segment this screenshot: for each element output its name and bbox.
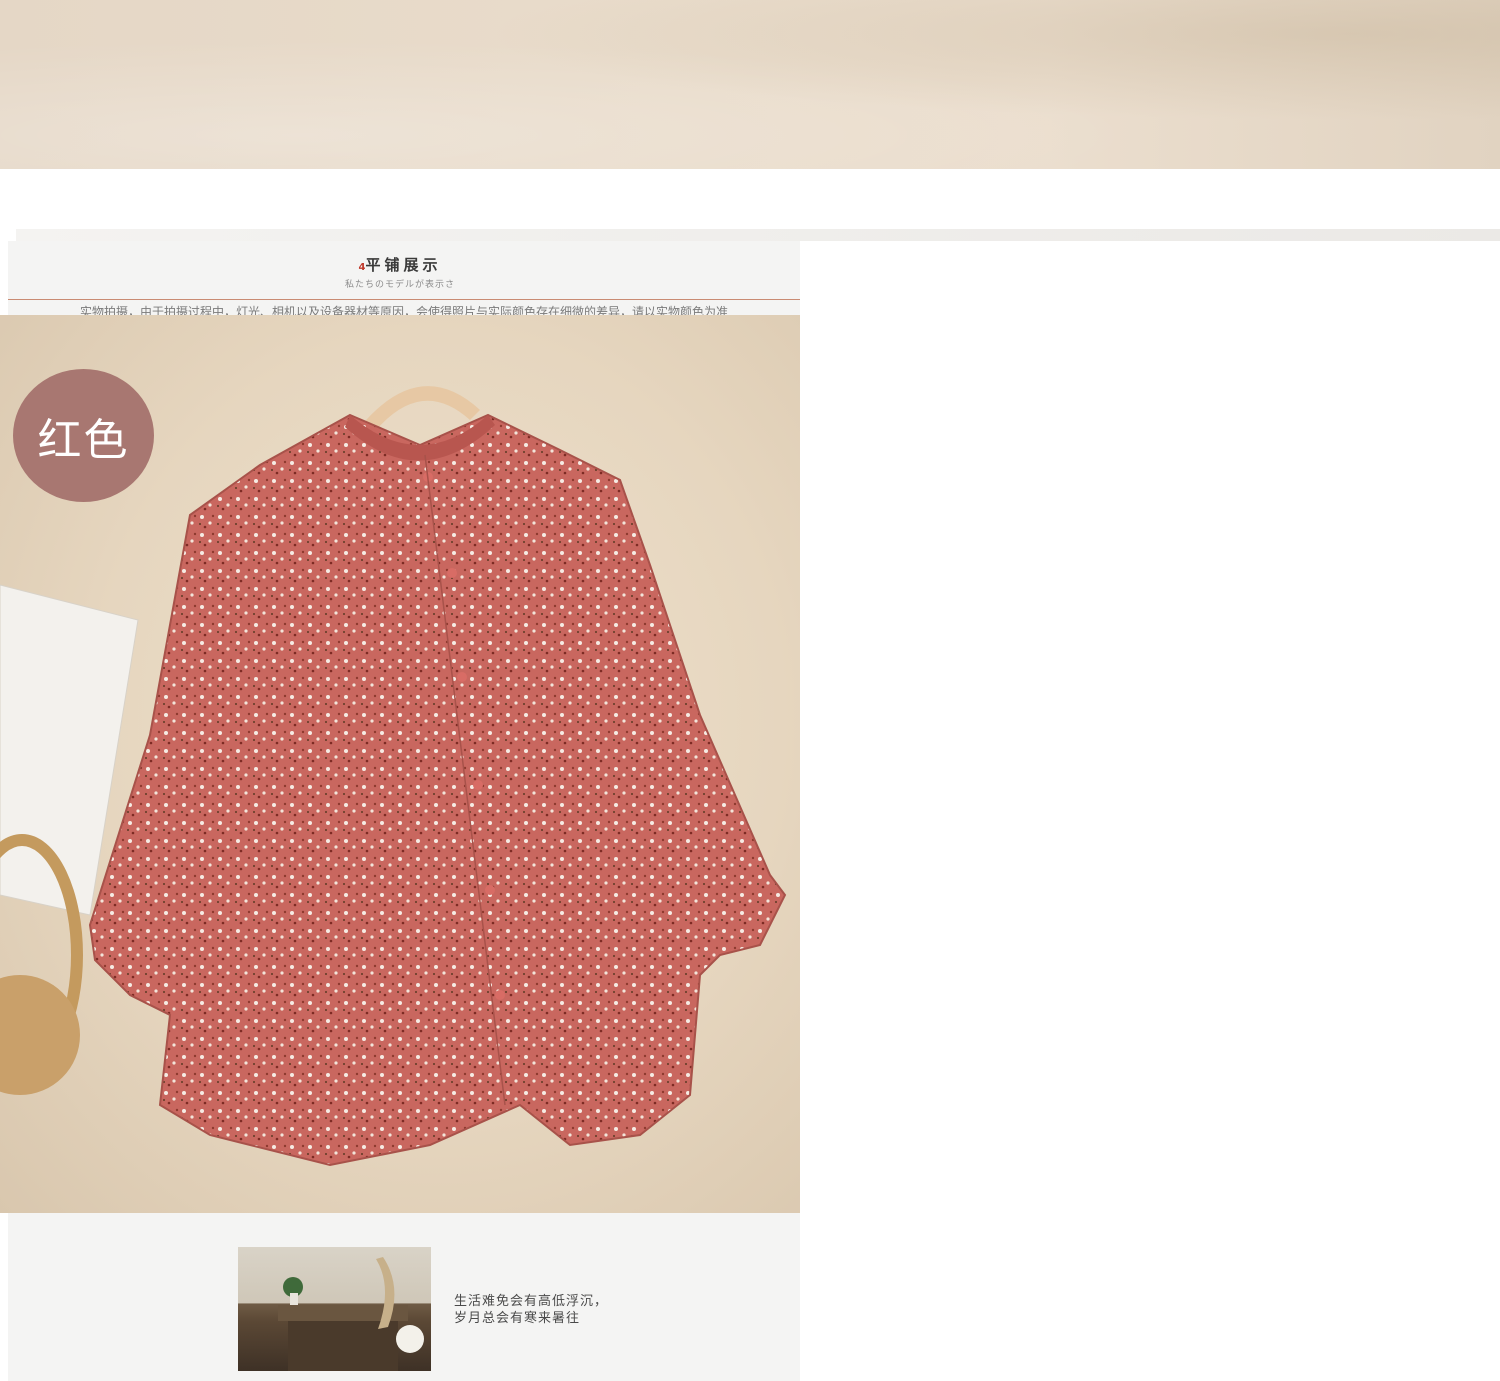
divider-strip — [16, 229, 1500, 241]
footer-caption-line2: 岁月总会有寒来暑往 — [454, 1311, 581, 1326]
color-disclaimer: 实物拍摄，由于拍摄过程中，灯光、相机以及设备器材等原因，会使得照片与实际颜色存在… — [79, 305, 728, 315]
footer-caption-line1: 生活难免会有高低浮沉， — [454, 1294, 609, 1309]
footer-lifestyle-image — [238, 1247, 431, 1371]
color-badge: 红色 — [13, 369, 154, 502]
section-title: 4平铺展示 — [0, 254, 800, 275]
footer-caption: 生活难免会有高低浮沉， 岁月总会有寒来暑往 — [454, 1293, 608, 1327]
lifestyle-illustration — [278, 1257, 424, 1371]
section-title-text: 平铺展示 — [365, 256, 442, 274]
top-banner-texture — [0, 0, 1500, 169]
section-subtitle: 私たちのモデルが表示さ — [344, 280, 455, 290]
title-rule — [8, 299, 800, 300]
